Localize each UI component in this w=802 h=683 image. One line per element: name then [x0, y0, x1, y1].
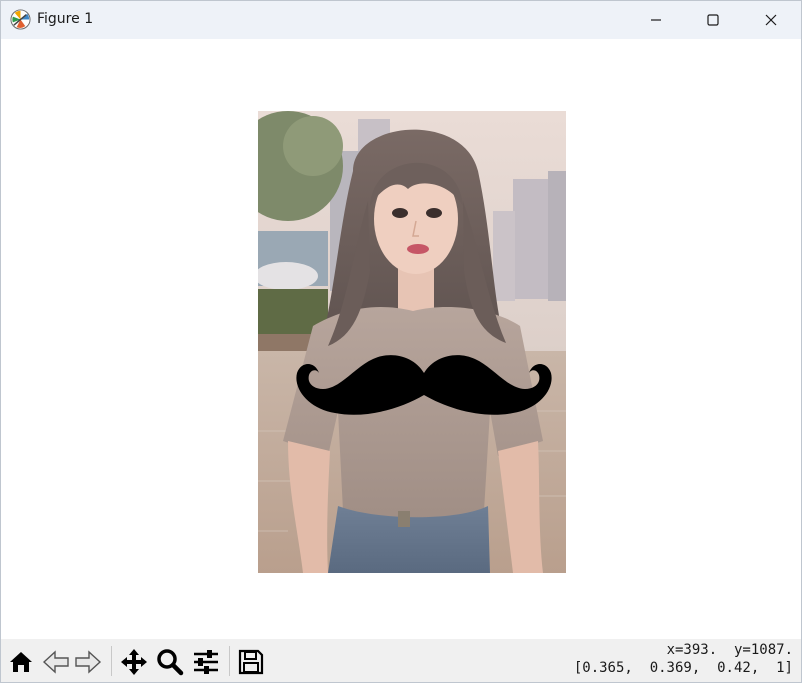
maximize-button[interactable] — [690, 1, 736, 39]
forward-button[interactable] — [73, 647, 103, 677]
figure-canvas[interactable] — [1, 39, 801, 639]
close-icon — [765, 14, 777, 26]
toolbar-separator — [111, 646, 112, 676]
mustache-icon — [296, 355, 552, 415]
window-title: Figure 1 — [37, 11, 94, 27]
configure-subplots-button[interactable] — [191, 647, 221, 677]
home-button[interactable] — [6, 647, 36, 677]
back-button[interactable] — [41, 647, 71, 677]
minimize-button[interactable] — [633, 1, 679, 39]
matplotlib-icon — [10, 9, 31, 30]
save-button[interactable] — [236, 647, 266, 677]
title-bar[interactable]: Figure 1 — [1, 1, 801, 39]
cursor-coordinates: x=393. y=1087. [0.365, 0.369, 0.42, 1] — [574, 641, 793, 677]
photo-drawing — [258, 111, 566, 573]
navigation-toolbar: x=393. y=1087. [0.365, 0.369, 0.42, 1] — [1, 639, 801, 682]
minimize-icon — [651, 19, 661, 21]
zoom-button[interactable] — [155, 647, 185, 677]
move-icon — [121, 649, 147, 675]
coords-xy: x=393. y=1087. — [666, 642, 793, 658]
home-icon — [10, 652, 32, 672]
photo-image — [258, 111, 566, 573]
pan-button[interactable] — [119, 647, 149, 677]
save-icon — [238, 649, 264, 675]
figure-window: Figure 1 x=393. y=1087. [0.365, 0.369, 0… — [0, 0, 802, 683]
coords-rgba: [0.365, 0.369, 0.42, 1] — [573, 660, 793, 676]
forward-arrow-icon — [75, 650, 102, 674]
back-arrow-icon — [42, 650, 69, 674]
maximize-icon — [707, 14, 719, 26]
sliders-icon — [194, 650, 218, 674]
close-button[interactable] — [748, 1, 794, 39]
toolbar-separator — [229, 646, 230, 676]
zoom-icon — [157, 649, 184, 676]
